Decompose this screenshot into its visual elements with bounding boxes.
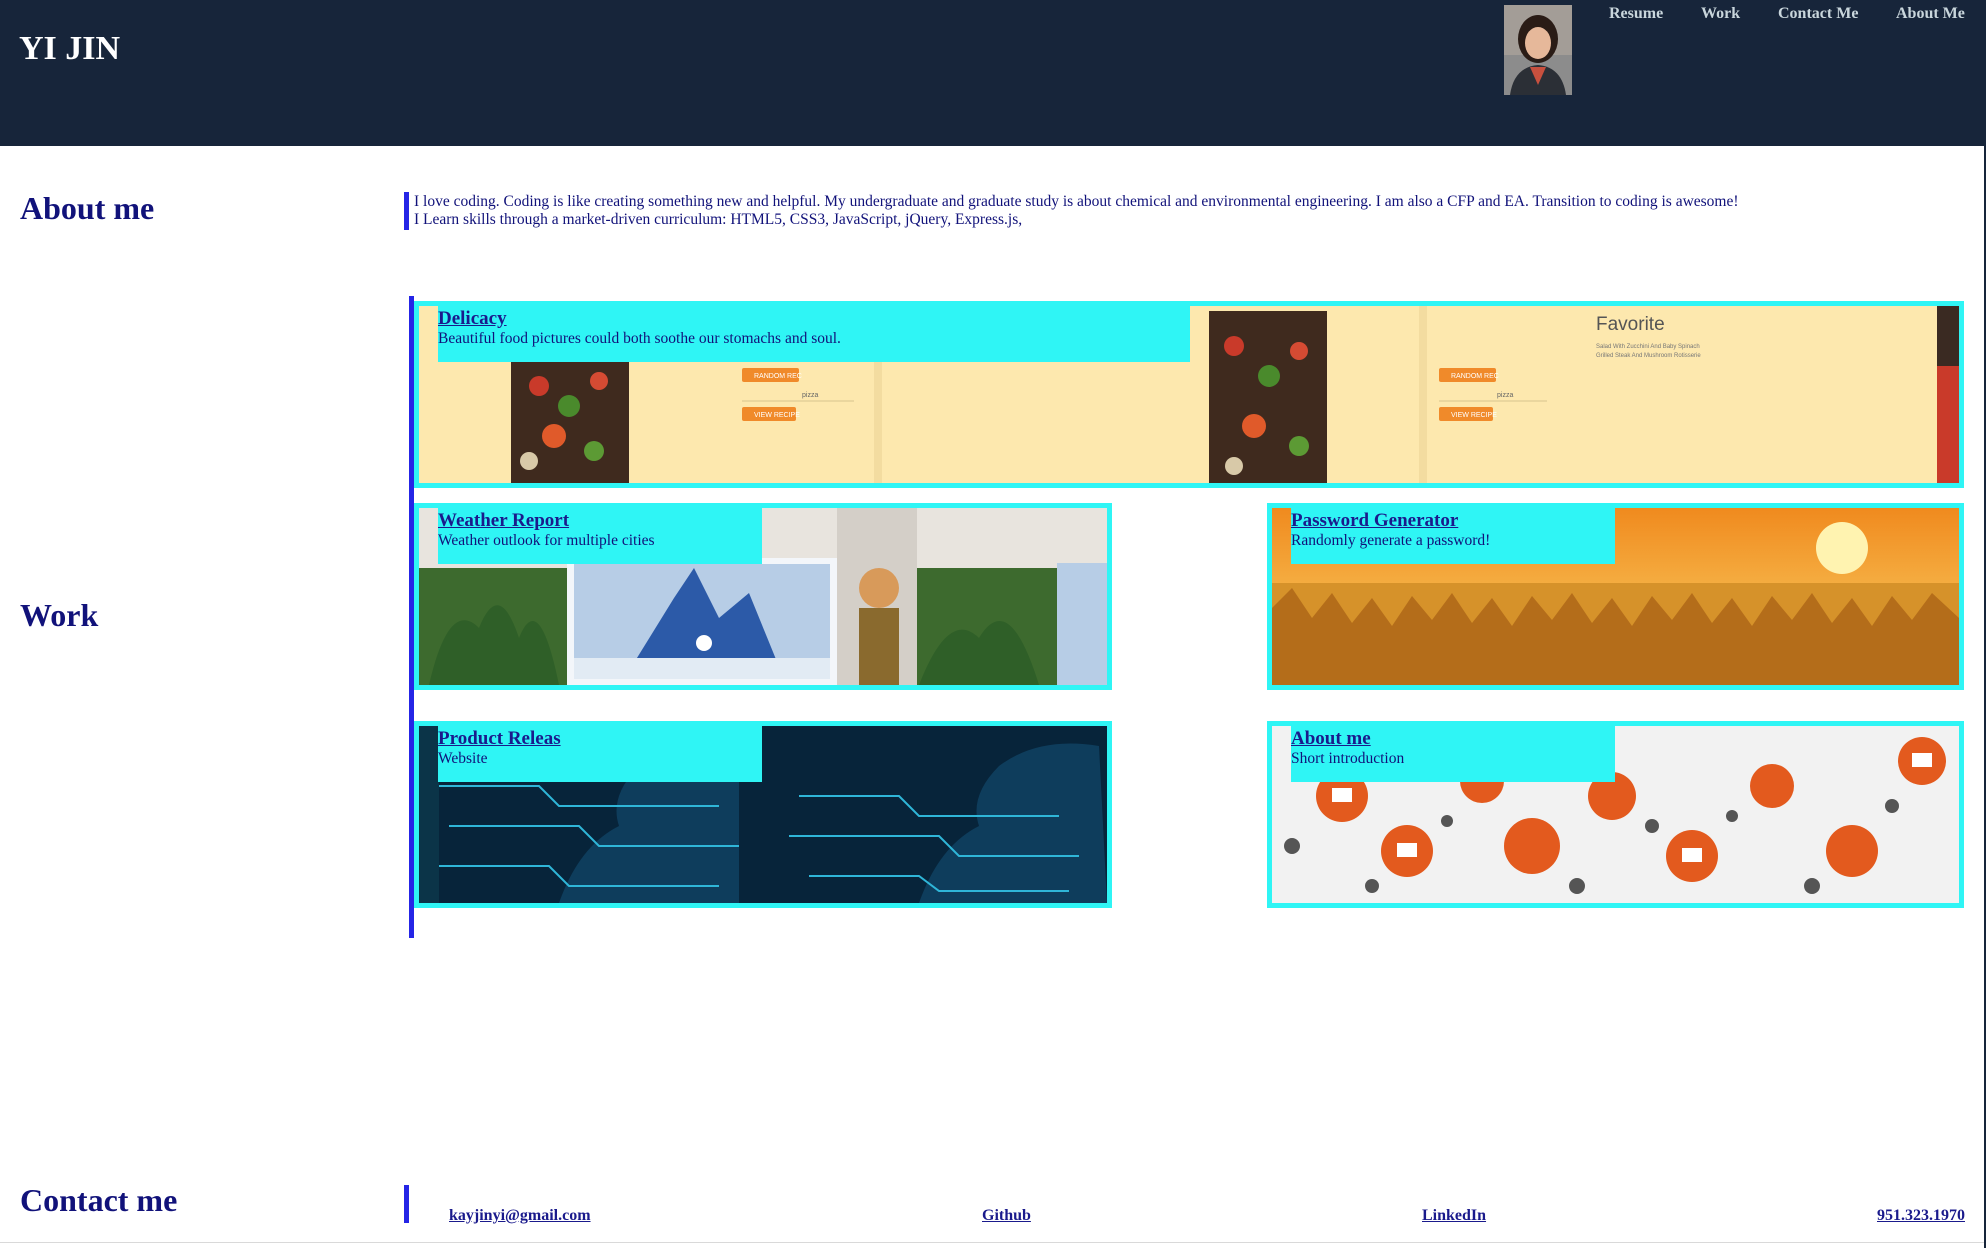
project-card-delicacy[interactable]: RANDOM REC pizza VIEW RECIPE RANDOM REC … (414, 301, 1964, 488)
avatar (1504, 5, 1572, 95)
project-caption-product-releas: Product Releas Website (438, 726, 762, 782)
project-caption-password-generator: Password Generator Randomly generate a p… (1291, 508, 1615, 564)
contact-accent-bar (404, 1185, 409, 1223)
project-card-product-releas[interactable]: Product Releas Website (414, 721, 1112, 908)
site-brand: YI JIN (19, 30, 121, 67)
nav-about-me[interactable]: About Me (1896, 5, 1965, 23)
contact-phone-link[interactable]: 951.323.1970 (1877, 1207, 1965, 1225)
contact-email-link[interactable]: kayjinyi@gmail.com (449, 1207, 591, 1225)
screen-view-button-1: VIEW RECIPE (754, 412, 800, 419)
project-title-delicacy[interactable]: Delicacy (438, 308, 1190, 330)
screen-favorite-title: Favorite (1596, 314, 1665, 335)
pizza-image-1 (511, 356, 629, 483)
project-caption-delicacy: Delicacy Beautiful food pictures could b… (438, 306, 1190, 362)
screen-favorite-item-2: Grilled Steak And Mushroom Rotisserie (1596, 353, 1701, 359)
screen-search-2: pizza (1497, 392, 1514, 399)
project-card-about-me[interactable]: About me Short introduction (1267, 721, 1964, 908)
about-line-2: I Learn skills through a market-driven c… (414, 211, 1023, 228)
project-desc-weather-report: Weather outlook for multiple cities (438, 532, 655, 549)
screen-view-button-2: VIEW RECIPE (1451, 412, 1497, 419)
screen-favorite-item-1: Salad With Zucchini And Baby Spinach (1596, 344, 1700, 350)
about-accent-bar (404, 192, 409, 230)
project-title-password-generator[interactable]: Password Generator (1291, 510, 1615, 532)
work-heading: Work (20, 597, 99, 633)
project-desc-delicacy: Beautiful food pictures could both sooth… (438, 330, 841, 347)
screen-search-1: pizza (802, 392, 819, 399)
pizza-image-2 (1209, 311, 1327, 483)
project-title-product-releas[interactable]: Product Releas (438, 728, 762, 750)
nav-work[interactable]: Work (1701, 5, 1740, 23)
about-line-1: I love coding. Coding is like creating s… (414, 193, 1739, 210)
site-header: YI JIN Resume Work Contact Me About Me (0, 0, 1986, 146)
project-caption-weather-report: Weather Report Weather outlook for multi… (438, 508, 762, 564)
project-card-weather-report[interactable]: Weather Report Weather outlook for multi… (414, 503, 1112, 690)
contact-heading: Contact me (20, 1182, 178, 1218)
project-desc-product-releas: Website (438, 750, 488, 767)
nav-contact-me[interactable]: Contact Me (1778, 5, 1858, 23)
project-desc-about-me: Short introduction (1291, 750, 1405, 767)
about-text: I love coding. Coding is like creating s… (414, 193, 1954, 229)
contact-linkedin-link[interactable]: LinkedIn (1422, 1207, 1486, 1225)
about-heading: About me (20, 190, 155, 226)
project-title-about-me[interactable]: About me (1291, 728, 1615, 750)
nav-resume[interactable]: Resume (1609, 5, 1663, 23)
project-caption-about-me: About me Short introduction (1291, 726, 1615, 782)
project-card-password-generator[interactable]: Password Generator Randomly generate a p… (1267, 503, 1964, 690)
screen-random-button-1: RANDOM REC (754, 373, 802, 380)
bottom-divider (0, 1242, 1986, 1243)
project-title-weather-report[interactable]: Weather Report (438, 510, 762, 532)
contact-github-link[interactable]: Github (982, 1207, 1031, 1225)
screen-random-button-2: RANDOM REC (1451, 373, 1499, 380)
project-desc-password-generator: Randomly generate a password! (1291, 532, 1491, 549)
